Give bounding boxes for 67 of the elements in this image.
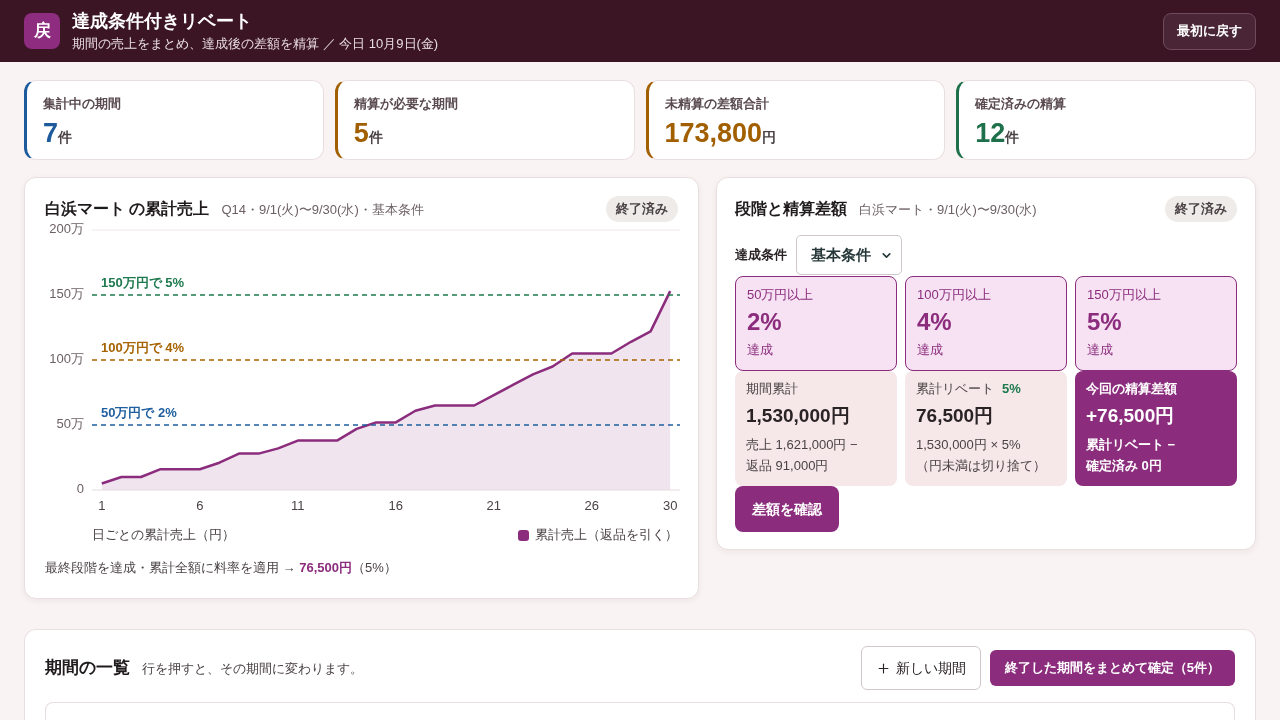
stat-unit: 円 — [762, 127, 777, 147]
periods-title: 期間の一覧 — [45, 657, 130, 680]
app-title: 達成条件付きリベート — [72, 10, 253, 33]
tier-threshold: 150万円以上 — [1087, 286, 1162, 304]
card-value: +76,500円 — [1086, 404, 1176, 428]
threshold-label: 100万円で 4% — [101, 340, 185, 355]
new-period-button[interactable]: 新しい期間 — [860, 646, 981, 690]
tier-status: 達成 — [747, 341, 774, 359]
stat-unit: 件 — [1005, 128, 1020, 147]
card-value: 76,500円 — [916, 404, 995, 428]
logo-mark: 戻 — [24, 13, 60, 49]
confirm-difference-button[interactable]: 差額を確認 — [735, 486, 839, 532]
app-subtitle: 期間の売上をまとめ、達成後の差額を精算 ／ 今日 10月9日(金) — [72, 35, 439, 52]
condition-label: 達成条件 — [735, 246, 787, 265]
y-axis-label: 200万 — [49, 222, 84, 237]
plus-icon — [875, 660, 891, 676]
x-axis-label: 26 — [584, 498, 600, 514]
card-detail: 1,530,000円 × 5% （円未満は切り捨て） — [916, 436, 1047, 475]
reset-button[interactable]: 最初に戻す — [1163, 12, 1256, 50]
stat-value: 5 — [353, 116, 369, 150]
y-axis-label: 0 — [76, 481, 84, 497]
x-axis-label: 21 — [486, 498, 502, 514]
summary-text: 最終段階を達成・累計全額に料率を適用 → 76,500円（5%） — [45, 560, 397, 575]
tier-status: 達成 — [917, 341, 944, 359]
card-label: 累計リベート — [916, 380, 994, 399]
x-axis-label: 1 — [98, 498, 106, 514]
x-axis-label: 11 — [291, 498, 305, 514]
card-rate: 5% — [1002, 380, 1021, 399]
tier-rate: 5% — [1087, 307, 1123, 337]
stat-value: 173,800 — [664, 116, 763, 150]
chart-title: 白浜マート の累計売上 — [45, 199, 210, 219]
threshold-label: 50万円で 2% — [101, 405, 177, 420]
threshold-label: 150万円で 5% — [101, 275, 185, 290]
chart-meta: Q14・9/1(火)〜9/30(水)・基本条件 — [221, 201, 424, 219]
stat-value: 7 — [43, 116, 59, 150]
status-badge: 終了済み — [1165, 196, 1237, 222]
panel-meta: 白浜マート・9/1(火)〜9/30(水) — [859, 201, 1037, 219]
x-axis-label: 6 — [196, 498, 204, 514]
y-axis-label: 50万 — [56, 416, 84, 432]
periods-hint: 行を押すと、その期間に変わります。 — [142, 660, 363, 679]
tier-threshold: 50万円以上 — [747, 286, 815, 304]
panel-title: 段階と精算差額 — [735, 199, 847, 219]
card-detail: 売上 1,621,000円 − 返品 91,000円 — [746, 436, 859, 475]
stat-label: 精算が必要な期間 — [353, 95, 459, 113]
status-badge: 終了済み — [606, 196, 678, 222]
x-axis-label: 30 — [662, 498, 678, 514]
stat-label: 確定済みの精算 — [975, 95, 1068, 113]
stat-unit: 件 — [368, 128, 383, 147]
x-axis-label: 16 — [388, 498, 404, 514]
tier-threshold: 100万円以上 — [917, 286, 992, 304]
confirm-all-button[interactable]: 終了した期間をまとめて確定（5件） — [989, 650, 1235, 686]
y-axis-label: 100万 — [49, 351, 84, 367]
y-axis-label: 150万 — [49, 286, 84, 302]
tier-status: 達成 — [1087, 341, 1114, 359]
stat-label: 未精算の差額合計 — [664, 95, 770, 113]
x-axis-title: 日ごとの累計売上（円） — [92, 526, 235, 545]
stat-label: 集計中の期間 — [43, 95, 122, 113]
tier-rate: 4% — [917, 307, 953, 337]
card-label: 期間累計 — [746, 380, 798, 399]
stat-value: 12 — [975, 116, 1006, 150]
tier-rate: 2% — [747, 307, 783, 337]
card-value: 1,530,000円 — [746, 404, 851, 428]
condition-select[interactable]: 基本条件 — [796, 235, 902, 275]
card-detail: 累計リベート − 確定済み 0円 — [1086, 436, 1177, 475]
stat-unit: 件 — [58, 128, 73, 147]
card-label: 今回の精算差額 — [1086, 380, 1177, 399]
legend-label: 累計売上（返品を引く） — [535, 526, 678, 545]
